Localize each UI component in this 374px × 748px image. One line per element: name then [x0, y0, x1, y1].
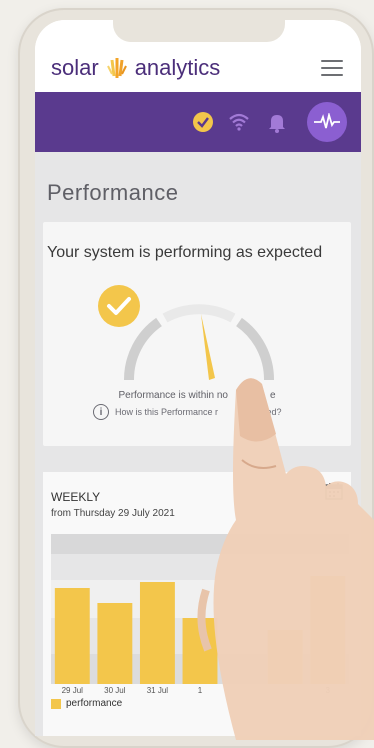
gauge-needle [201, 314, 215, 380]
hamburger-menu-icon[interactable] [321, 60, 343, 76]
info-link[interactable]: i How is this Performance r ted? [93, 404, 282, 420]
weekly-card: WEEKLY from Thursday 29 July 2021 29 Jul… [43, 472, 351, 736]
chart-bar [97, 603, 133, 684]
brand-name-left: solar [51, 55, 99, 80]
info-text-end[interactable]: ted? [224, 407, 282, 417]
performance-card: Your system is performing as expected Pe… [43, 222, 351, 446]
chart-x-tick-label: 31 Jul [147, 686, 169, 694]
chart-bar [267, 630, 303, 684]
performance-gauge [123, 304, 275, 381]
main-content: Performance Your system is performing as… [35, 152, 361, 736]
chart-legend: performance [51, 698, 122, 709]
app-screen: solar analytics Performance Your system … [35, 20, 361, 736]
weekly-bar-chart: 29 Jul 30 Jul 31 Jul 1 3 [51, 534, 349, 694]
chart-x-tick-label: 3 [325, 686, 330, 694]
within-text: Performance is within no e [43, 390, 351, 401]
chart-bar [182, 618, 218, 684]
chart-bar [54, 588, 90, 684]
brand-logo: solar analytics [51, 55, 220, 81]
weekly-title: WEEKLY [51, 490, 101, 504]
chart-band [51, 554, 349, 580]
pulse-icon [314, 113, 340, 129]
legend-label: performance [66, 698, 123, 709]
weekly-subtitle: from Thursday 29 July 2021 [51, 508, 175, 519]
bell-icon[interactable] [265, 110, 289, 134]
within-text-end: e [269, 390, 276, 401]
within-text-start: Performance is within no [118, 390, 228, 401]
chart-bar [310, 576, 346, 684]
phone-notch [113, 20, 285, 42]
wifi-icon[interactable] [227, 110, 251, 134]
brand-name-right: analytics [134, 55, 221, 80]
page-title: Performance [47, 180, 179, 205]
calendar-icon[interactable] [325, 482, 343, 500]
chart-bar [139, 582, 175, 684]
info-icon[interactable]: i [93, 404, 109, 420]
chart-band [51, 534, 349, 554]
performance-pulse-button[interactable] [307, 102, 347, 142]
chart-x-tick-label: 1 [198, 686, 203, 694]
chart-x-tick-label: 30 Jul [104, 686, 126, 694]
chart-x-tick-label: 29 Jul [62, 686, 84, 694]
chart-band [51, 580, 349, 618]
legend-swatch [51, 698, 61, 709]
status-toolbar [35, 92, 361, 152]
performance-headline: Your system is performing as expected [47, 244, 323, 261]
sun-logo-icon [106, 58, 127, 78]
check-circle-icon[interactable] [191, 110, 215, 134]
info-text[interactable]: How is this Performance r [115, 407, 218, 417]
